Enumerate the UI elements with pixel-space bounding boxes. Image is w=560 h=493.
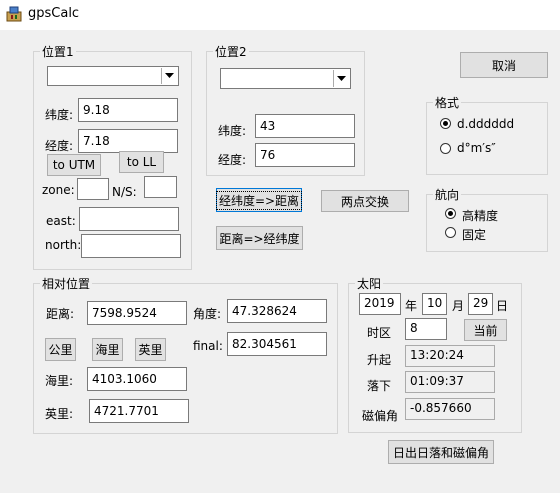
distance-input[interactable]: 7598.9524 bbox=[87, 301, 187, 325]
pos1-lat-input[interactable]: 9.18 bbox=[78, 98, 178, 122]
chevron-down-icon[interactable] bbox=[333, 70, 349, 87]
to-utm-button[interactable]: to UTM bbox=[47, 154, 101, 176]
angle-input[interactable]: 47.328624 bbox=[227, 299, 327, 323]
heading-option-fixed[interactable]: 固定 bbox=[462, 226, 486, 243]
east-label: east: bbox=[46, 214, 76, 228]
declination-value: -0.857660 bbox=[405, 398, 495, 420]
pos1-lon-label: 经度: bbox=[45, 139, 74, 153]
year-input[interactable]: 2019 bbox=[359, 293, 401, 315]
window-title: gpsCalc bbox=[28, 6, 80, 21]
ns-input[interactable] bbox=[144, 176, 177, 198]
nmi-input[interactable]: 4103.1060 bbox=[87, 367, 187, 391]
day-input[interactable]: 29 bbox=[468, 293, 493, 315]
pos2-lon-label: 经度: bbox=[218, 153, 247, 167]
format-option-dms[interactable]: d°m′s″ bbox=[457, 141, 496, 155]
sunrise-value: 13:20:24 bbox=[405, 345, 495, 367]
day-label: 日 bbox=[496, 299, 509, 313]
angle-label: 角度: bbox=[193, 307, 222, 321]
sunset-label: 落下 bbox=[367, 379, 392, 393]
swap-points-label: 两点交换 bbox=[340, 194, 389, 209]
heading-legend: 航向 bbox=[433, 186, 462, 203]
sun-calc-label: 日出日落和磁偏角 bbox=[392, 445, 489, 460]
mi-input[interactable]: 4721.7701 bbox=[89, 399, 189, 423]
title-bar[interactable] bbox=[0, 0, 560, 30]
heading-option-precise[interactable]: 高精度 bbox=[462, 207, 498, 224]
swap-points-button[interactable]: 两点交换 bbox=[321, 190, 409, 212]
unit-km-button[interactable]: 公里 bbox=[45, 338, 76, 361]
app-icon bbox=[6, 6, 22, 22]
unit-nmi-button[interactable]: 海里 bbox=[92, 338, 123, 361]
relative-legend: 相对位置 bbox=[40, 275, 93, 292]
ll-to-distance-label: 经纬度=>距离 bbox=[215, 190, 303, 210]
cancel-button[interactable]: 取消 bbox=[460, 52, 548, 78]
north-label: north: bbox=[45, 238, 82, 252]
month-input[interactable]: 10 bbox=[422, 293, 447, 315]
to-utm-label: to UTM bbox=[52, 158, 96, 172]
format-group bbox=[426, 102, 548, 175]
unit-mi-button[interactable]: 英里 bbox=[135, 338, 166, 361]
cancel-label: 取消 bbox=[491, 58, 516, 73]
pos2-lat-input[interactable]: 43 bbox=[255, 114, 355, 138]
mi-label: 英里: bbox=[45, 407, 74, 421]
format-legend: 格式 bbox=[433, 94, 462, 111]
sunset-value: 01:09:37 bbox=[405, 371, 495, 393]
pos2-preset-combo[interactable] bbox=[220, 68, 351, 89]
sun-calc-button[interactable]: 日出日落和磁偏角 bbox=[388, 440, 494, 464]
declination-label: 磁偏角 bbox=[362, 409, 399, 423]
month-label: 月 bbox=[452, 299, 465, 313]
timezone-input[interactable]: 8 bbox=[405, 318, 447, 340]
east-input[interactable] bbox=[79, 207, 179, 231]
heading-radio-fixed[interactable] bbox=[445, 227, 456, 238]
zone-label: zone: bbox=[42, 183, 75, 197]
format-radio-dms[interactable] bbox=[440, 143, 451, 154]
pos2-lon-input[interactable]: 76 bbox=[255, 143, 355, 167]
pos1-lat-label: 纬度: bbox=[45, 108, 74, 122]
distance-label: 距离: bbox=[46, 307, 75, 321]
to-ll-button[interactable]: to LL bbox=[119, 151, 164, 173]
to-ll-label: to LL bbox=[126, 155, 157, 169]
north-input[interactable] bbox=[81, 234, 181, 258]
unit-mi-label: 英里 bbox=[138, 343, 163, 357]
pos2-legend: 位置2 bbox=[213, 43, 249, 60]
sun-legend: 太阳 bbox=[355, 275, 384, 292]
distance-to-ll-label: 距离=>经纬度 bbox=[219, 231, 300, 246]
final-label: final: bbox=[193, 339, 223, 353]
distance-to-ll-button[interactable]: 距离=>经纬度 bbox=[216, 226, 303, 250]
chevron-down-icon[interactable] bbox=[161, 68, 177, 84]
timezone-label: 时区 bbox=[367, 326, 392, 340]
format-option-decimal[interactable]: d.dddddd bbox=[457, 117, 514, 131]
heading-radio-precise[interactable] bbox=[445, 208, 456, 219]
ns-label: N/S: bbox=[112, 185, 137, 199]
pos1-legend: 位置1 bbox=[40, 43, 76, 60]
zone-input[interactable] bbox=[77, 178, 109, 200]
pos2-lat-label: 纬度: bbox=[218, 124, 247, 138]
nmi-label: 海里: bbox=[45, 374, 74, 388]
format-radio-decimal[interactable] bbox=[440, 118, 451, 129]
pos1-lon-input[interactable]: 7.18 bbox=[78, 129, 178, 153]
now-button[interactable]: 当前 bbox=[464, 319, 507, 341]
unit-nmi-label: 海里 bbox=[95, 343, 120, 357]
pos1-preset-combo[interactable] bbox=[47, 66, 179, 86]
sunrise-label: 升起 bbox=[367, 353, 392, 367]
unit-km-label: 公里 bbox=[48, 343, 73, 357]
year-label: 年 bbox=[405, 299, 418, 313]
final-input[interactable]: 82.304561 bbox=[227, 332, 327, 356]
ll-to-distance-button[interactable]: 经纬度=>距离 bbox=[215, 188, 303, 212]
now-label: 当前 bbox=[473, 323, 498, 338]
